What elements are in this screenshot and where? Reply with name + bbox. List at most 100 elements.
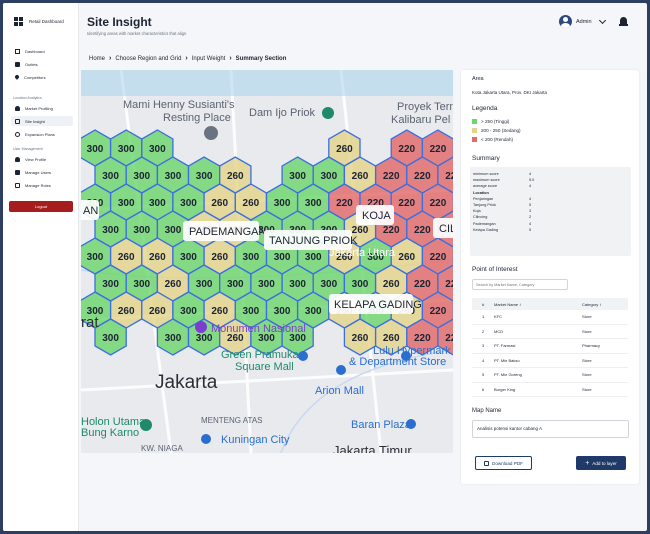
park-pin-icon[interactable]	[140, 419, 152, 431]
location-pin-icon	[14, 74, 20, 80]
hex-score-label: 260	[118, 306, 135, 317]
park-pin-icon[interactable]	[322, 107, 334, 119]
hex-score-label: 300	[165, 171, 182, 182]
brand-name: Retail Dashboard	[29, 19, 64, 24]
hex-score-label: 300	[87, 252, 104, 263]
breadcrumb-choose-region[interactable]: Choose Region and Grid	[115, 56, 181, 62]
place-label: Kalibaru Pel	[391, 114, 450, 126]
legend-item-high: > 250 (Tinggi)	[472, 119, 509, 124]
column-header-number: #	[482, 301, 485, 307]
table-row[interactable]: 3 PT. Farmasi Pharmacy	[472, 339, 628, 354]
legend-item-low: < 200 (Rendah)	[472, 137, 513, 142]
roles-icon	[15, 182, 20, 188]
hex-score-label: 260	[398, 252, 415, 263]
page-subtitle: Identifying areas with market characteri…	[87, 31, 187, 36]
bell-icon[interactable]	[619, 17, 628, 27]
hex-score-label: 260	[227, 171, 244, 182]
column-header-market-name[interactable]: Market Name ↕	[494, 302, 576, 307]
add-to-layer-button[interactable]: + Add to layer	[576, 456, 626, 470]
map-name-field[interactable]: Analisis potensi kantor cabang A	[472, 420, 629, 438]
place-label: Jakarta	[155, 372, 218, 393]
main-nav: Dashboard Outlets Competitors	[11, 46, 73, 85]
place-label: Jakarta Timur	[333, 443, 412, 453]
area-label-an: AN	[83, 205, 98, 217]
landmark-pin-icon[interactable]	[195, 321, 207, 333]
sidebar-item-label: Manage Users	[25, 169, 52, 175]
shopping-pin-icon[interactable]	[298, 351, 308, 361]
user-menu[interactable]: Admin	[559, 15, 609, 28]
poi-search-input[interactable]	[472, 279, 568, 290]
column-header-category[interactable]: Category ↕	[576, 302, 628, 307]
legend-label: > 250 (Tinggi)	[481, 119, 510, 124]
table-row[interactable]: 4 PT. Mie Bakso Store	[472, 354, 628, 368]
table-row[interactable]: 6 Burger King Store	[472, 383, 628, 397]
poi-heading: Point of Interest	[472, 266, 518, 273]
brand[interactable]: Retail Dashboard	[14, 17, 64, 26]
breadcrumb-summary: Summary Section	[235, 55, 287, 62]
hex-score-label: 300	[118, 198, 135, 209]
sidebar-item-manage-users[interactable]: Manage Users	[11, 167, 73, 177]
legend-swatch	[472, 137, 477, 142]
download-pdf-button[interactable]: Download PDF	[475, 456, 532, 470]
hex-score-label: 300	[320, 171, 337, 182]
shopping-pin-icon[interactable]	[201, 434, 211, 444]
area-value: Kota Jakarta Utara, Prov. DKI Jakarta	[472, 90, 547, 95]
summary-heading: Summary	[472, 155, 500, 162]
hex-score-label: 300	[243, 306, 260, 317]
hex-score-label: 260	[336, 144, 353, 155]
hex-score-label: 300	[227, 279, 244, 290]
sidebar-item-manage-roles[interactable]: Manage Roles	[11, 180, 73, 190]
hex-score-label: 300	[305, 252, 322, 263]
hex-map[interactable]: 300 300 300 260 220 220 300 300 300 300 260 300 300 2…	[81, 70, 453, 453]
hex-score-label: 300	[149, 198, 166, 209]
sidebar-item-market-profiling[interactable]: Market Profiling	[11, 103, 73, 113]
table-row[interactable]: 1 KFC Store	[472, 310, 628, 325]
hex-score-label: 300	[320, 279, 337, 290]
sidebar-item-label: Site Insight	[25, 118, 45, 124]
hex-score-label: 300	[274, 306, 291, 317]
place-label: Bung Karno	[81, 427, 139, 439]
hex-score-label: 300	[165, 225, 182, 236]
legend-heading: Legenda	[472, 105, 498, 112]
store-icon	[15, 61, 20, 67]
logout-button[interactable]: Logout	[9, 201, 73, 212]
hex-score-label: 300	[305, 198, 322, 209]
insight-icon	[15, 118, 20, 124]
shopping-pin-icon[interactable]	[336, 365, 346, 375]
sidebar-item-expansion-plans[interactable]: Expansion Plans	[11, 129, 73, 139]
hex-score-label: 300	[243, 252, 260, 263]
shopping-pin-icon[interactable]	[401, 351, 411, 361]
hex-score-label: 220	[336, 198, 353, 209]
breadcrumb-home[interactable]: Home	[89, 56, 105, 62]
table-row[interactable]: 5 PT. Mie Goreng Store	[472, 368, 628, 383]
sidebar-item-competitors[interactable]: Competitors	[11, 72, 73, 82]
chevron-right-icon: ›	[229, 55, 232, 62]
hex-score-label: 300	[196, 279, 213, 290]
hex-score-label: 260	[149, 306, 166, 317]
sidebar-item-outlets[interactable]: Outlets	[11, 59, 73, 69]
sidebar-item-site-insight[interactable]: Site Insight	[11, 116, 73, 126]
sidebar-item-view-profile[interactable]: View Profile	[11, 154, 73, 164]
table-row[interactable]: 2 MCD Store	[472, 325, 628, 339]
chevron-right-icon: ›	[109, 55, 112, 62]
breadcrumb-input-weight[interactable]: Input Weight	[192, 56, 226, 62]
hex-score-label: 260	[118, 252, 135, 263]
hex-score-label: 220	[383, 171, 400, 182]
hex-score-label: 220	[398, 198, 415, 209]
hex-score-label: 300	[149, 144, 166, 155]
sidebar-item-dashboard[interactable]: Dashboard	[11, 46, 73, 56]
place-label: MENTENG ATAS	[201, 416, 263, 425]
place-label: KW. NIAGA	[141, 444, 183, 453]
map-canvas[interactable]: 300 300 300 260 220 220 300 300 300 300 260 300 300 2…	[81, 70, 453, 453]
expansion-icon	[15, 131, 20, 137]
hex-score-label: 220	[430, 144, 447, 155]
museum-pin-icon[interactable]	[204, 126, 218, 140]
summary-row: Kelapa Gading 5	[473, 227, 532, 232]
hex-score-label: 300	[180, 306, 197, 317]
legend-label: < 200 (Rendah)	[481, 137, 514, 142]
summary-panel: Area Kota Jakarta Utara, Prov. DKI Jakar…	[461, 70, 639, 484]
hex-score-label: 220	[445, 171, 453, 182]
summary-box: minimum score 4 maximum score 5.0 average …	[470, 167, 631, 256]
shopping-pin-icon[interactable]	[406, 419, 416, 429]
chevron-down-icon	[598, 16, 606, 25]
